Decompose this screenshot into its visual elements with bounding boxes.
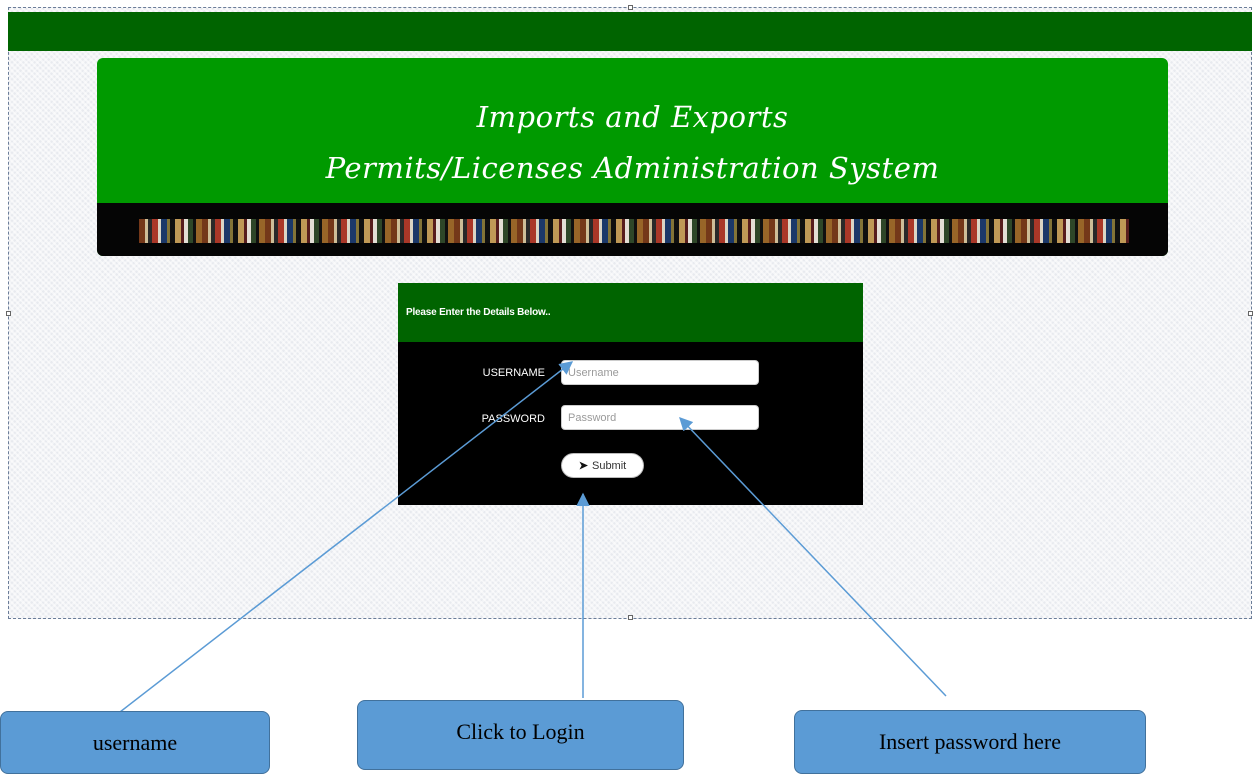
callout-username: username — [0, 711, 270, 774]
callout-login: Click to Login — [357, 700, 684, 770]
arrow-to-username — [119, 361, 574, 713]
arrow-to-password — [679, 417, 947, 697]
callout-password: Insert password here — [794, 710, 1146, 774]
annotation-arrows — [119, 361, 947, 713]
